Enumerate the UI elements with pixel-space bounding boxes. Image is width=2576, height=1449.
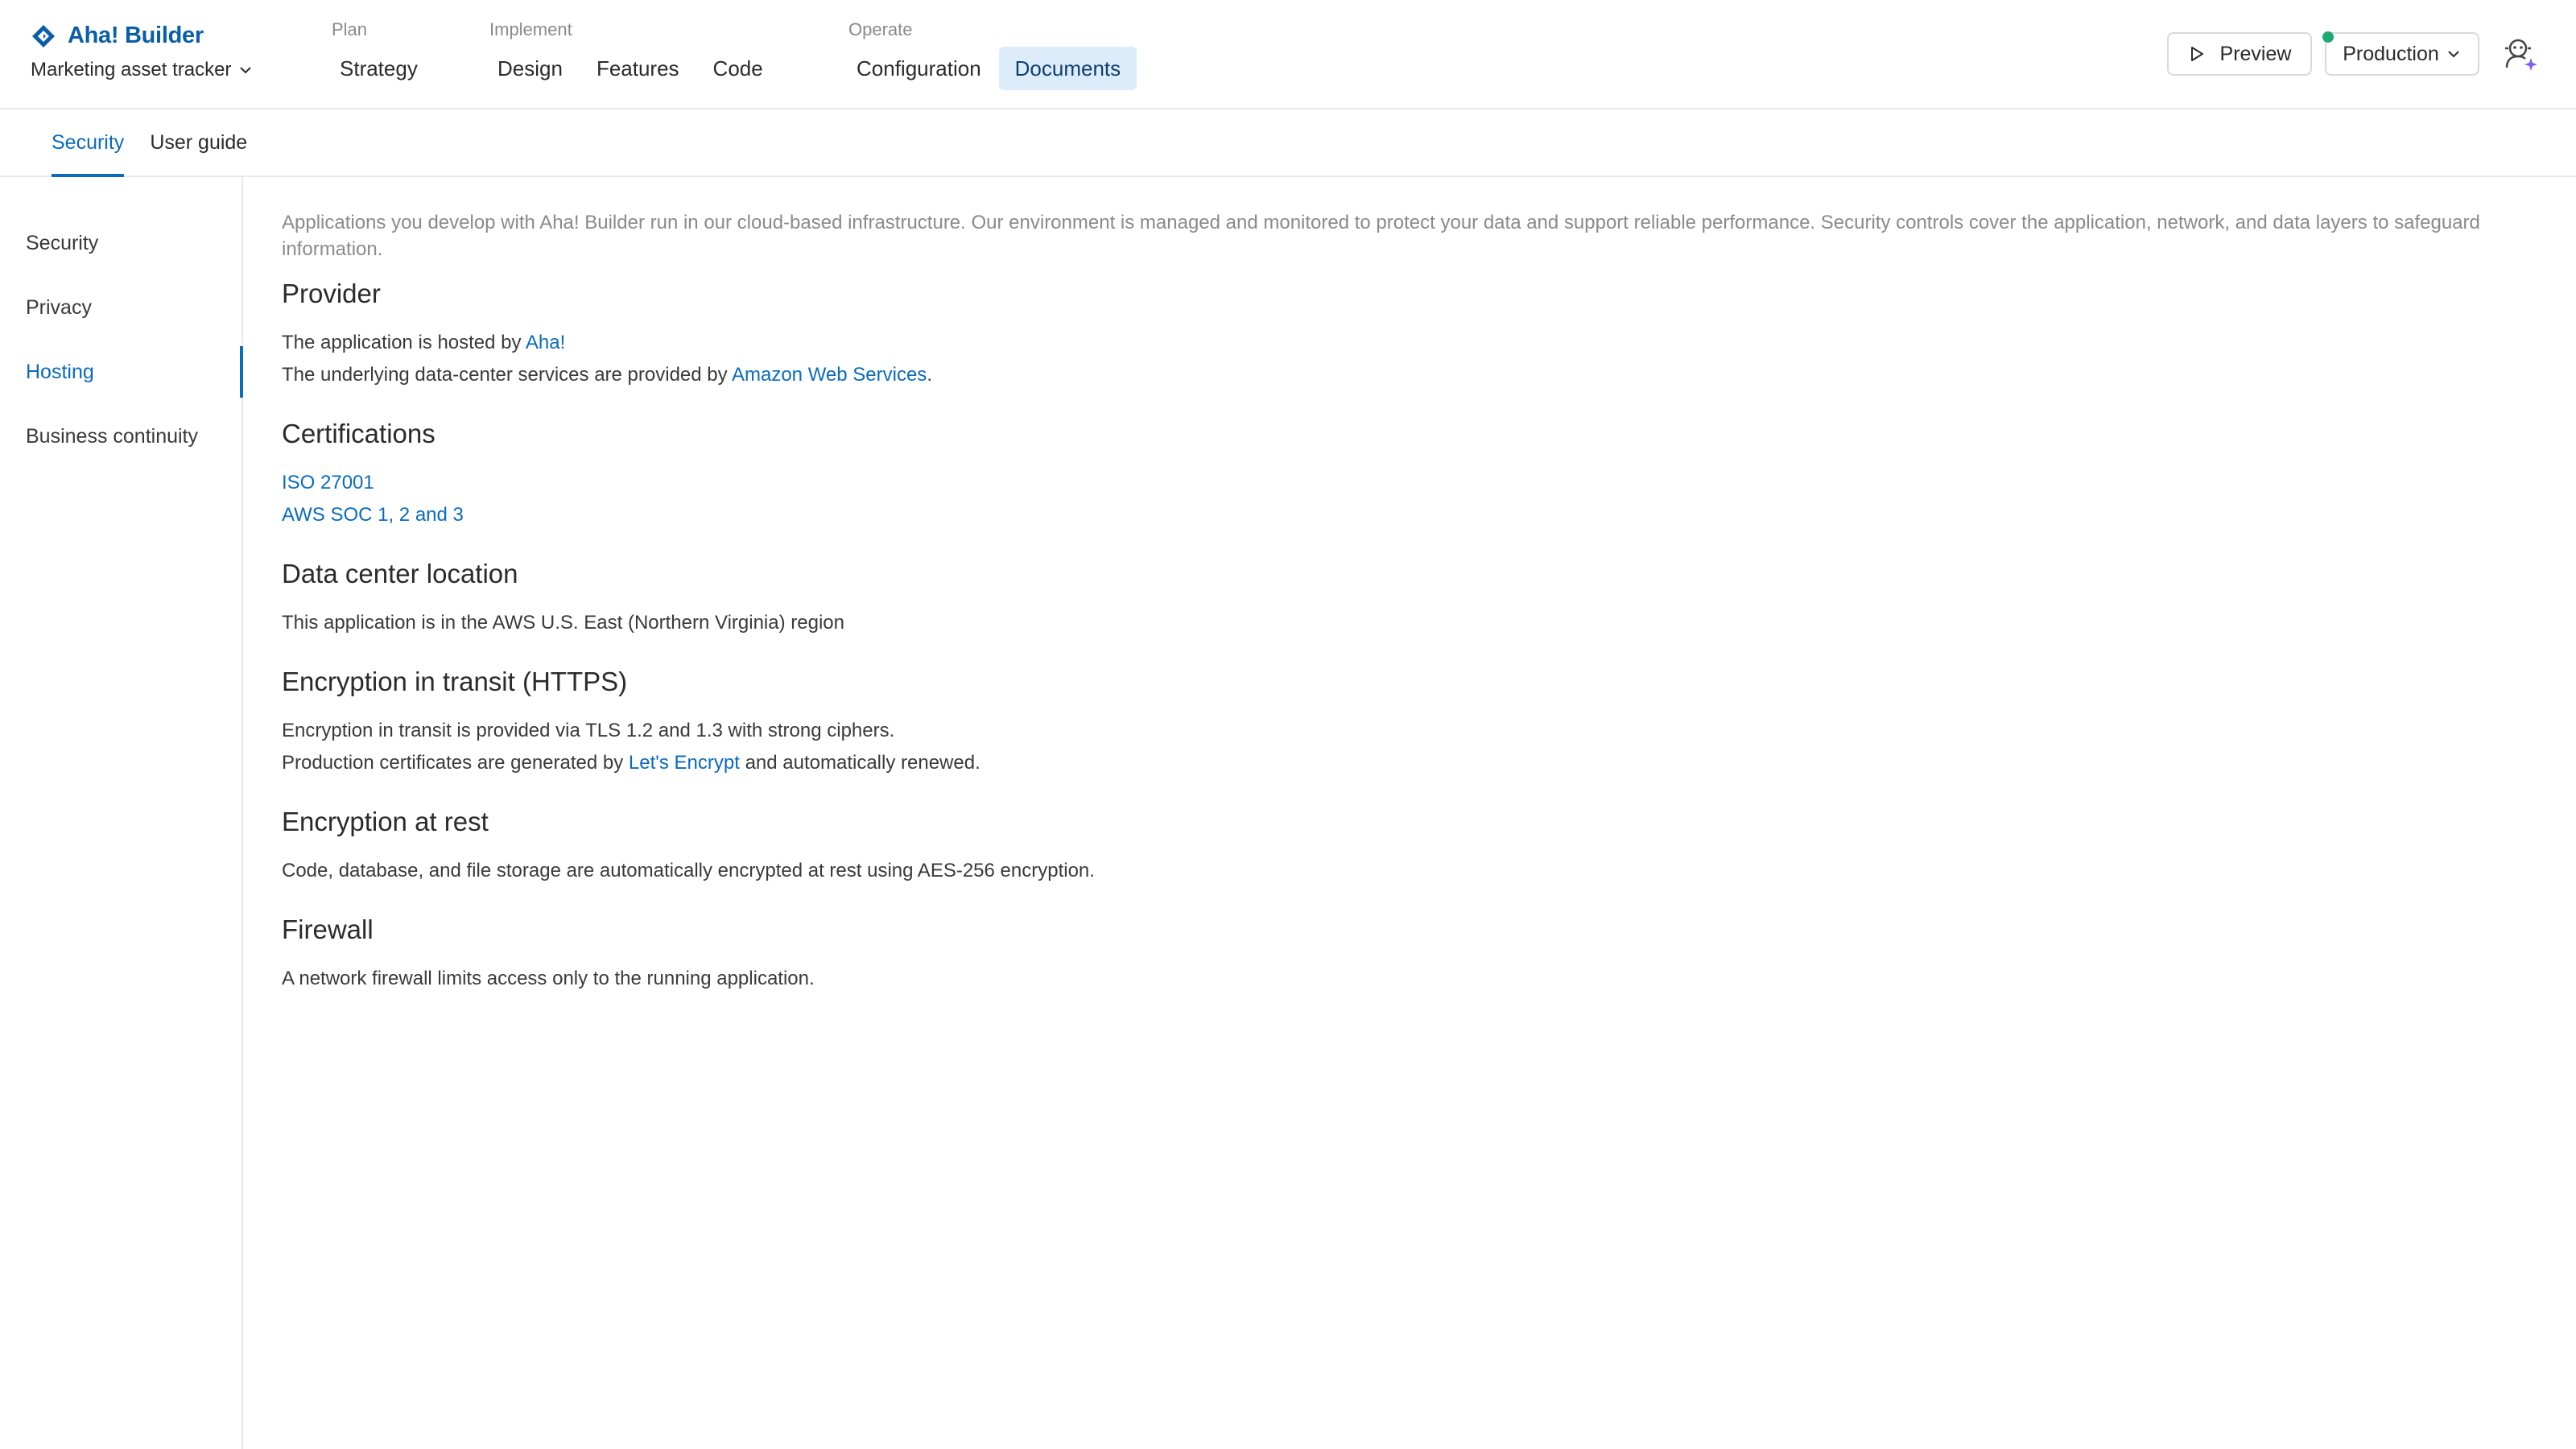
nav-group-implement: Implement Design Features Code — [481, 19, 781, 90]
transit-line: Production certificates are generated by… — [282, 747, 2536, 779]
section-heading: Encryption in transit (HTTPS) — [282, 667, 628, 696]
text: The application is hosted by — [282, 332, 526, 353]
nav-group-label: Plan — [332, 19, 368, 39]
text: and automatically renewed. — [739, 752, 980, 774]
rest-text: Code, database, and file storage are aut… — [282, 860, 1095, 881]
environment-select[interactable]: Production — [2325, 32, 2479, 76]
section-encryption-rest: Encryption at rest Code, database, and f… — [282, 805, 2536, 887]
sidebar-item-privacy[interactable]: Privacy — [0, 282, 242, 333]
text: The underlying data-center services are … — [282, 364, 732, 386]
sidebar-item-security[interactable]: Security — [0, 217, 242, 269]
chevron-down-icon — [2448, 51, 2459, 58]
environment-value: Production — [2343, 42, 2439, 65]
section-heading: Certifications — [282, 419, 436, 448]
text: Production certificates are generated by — [282, 752, 629, 774]
aha-diamond-icon — [32, 24, 55, 47]
aws-link[interactable]: Amazon Web Services — [732, 364, 927, 386]
chevron-down-icon — [240, 67, 252, 74]
section-data-center: Data center location This application is… — [282, 557, 2536, 639]
top-bar: Aha! Builder Marketing asset tracker Pla… — [0, 0, 2576, 109]
preview-button[interactable]: Preview — [2167, 32, 2312, 76]
nav-group-operate: Operate Configuration Documents — [840, 19, 1138, 90]
text: . — [927, 364, 932, 386]
aha-link[interactable]: Aha! — [526, 332, 565, 353]
brand: Aha! Builder Marketing asset tracker — [31, 23, 254, 81]
data-center-text: This application is in the AWS U.S. East… — [282, 612, 844, 634]
lets-encrypt-link[interactable]: Let's Encrypt — [629, 752, 740, 774]
aws-soc-link[interactable]: AWS SOC 1, 2 and 3 — [282, 504, 464, 526]
provider-line: The underlying data-center services are … — [282, 359, 2536, 391]
iso-27001-link[interactable]: ISO 27001 — [282, 472, 374, 493]
environment-status-dot — [2322, 31, 2334, 43]
nav-item-design[interactable]: Design — [481, 47, 579, 90]
section-heading: Encryption at rest — [282, 807, 489, 836]
section-heading: Provider — [282, 279, 381, 308]
sidebar-item-hosting[interactable]: Hosting — [0, 346, 243, 398]
preview-label: Preview — [2219, 42, 2292, 65]
section-heading: Data center location — [282, 559, 518, 588]
nav-item-configuration[interactable]: Configuration — [840, 47, 997, 90]
provider-line: The application is hosted by Aha! — [282, 327, 2536, 359]
nav-item-documents[interactable]: Documents — [998, 47, 1137, 90]
section-certifications: Certifications ISO 27001 AWS SOC 1, 2 an… — [282, 417, 2536, 531]
sidebar-item-business-continuity[interactable]: Business continuity — [0, 411, 242, 462]
nav-item-strategy[interactable]: Strategy — [324, 47, 434, 90]
nav-group-label: Operate — [848, 19, 913, 39]
brand-home-link[interactable]: Aha! Builder — [31, 23, 254, 49]
nav-group-label: Implement — [489, 19, 572, 39]
sidebar: Security Privacy Hosting Business contin… — [0, 177, 243, 1449]
nav-group-plan: Plan Strategy — [324, 19, 436, 90]
brand-name: Aha! Builder — [68, 23, 204, 48]
play-icon — [2190, 47, 2203, 61]
firewall-text: A network firewall limits access only to… — [282, 968, 815, 989]
section-firewall: Firewall A network firewall limits acces… — [282, 913, 2536, 995]
document-content: Applications you develop with Aha! Build… — [282, 209, 2536, 995]
tab-security[interactable]: Security — [52, 111, 125, 177]
section-heading: Firewall — [282, 914, 374, 944]
transit-line: Encryption in transit is provided via TL… — [282, 720, 895, 741]
nav-item-features[interactable]: Features — [580, 47, 696, 90]
document-tabs: Security User guide — [0, 111, 2576, 177]
nav-item-code[interactable]: Code — [697, 47, 779, 90]
project-name: Marketing asset tracker — [31, 59, 232, 80]
project-switcher[interactable]: Marketing asset tracker — [31, 59, 254, 81]
intro-text: Applications you develop with Aha! Build… — [282, 212, 2480, 260]
section-encryption-transit: Encryption in transit (HTTPS) Encryption… — [282, 665, 2536, 779]
ai-assistant-icon[interactable] — [2499, 34, 2541, 76]
tab-user-guide[interactable]: User guide — [150, 111, 247, 177]
section-provider: Provider The application is hosted by Ah… — [282, 277, 2536, 391]
